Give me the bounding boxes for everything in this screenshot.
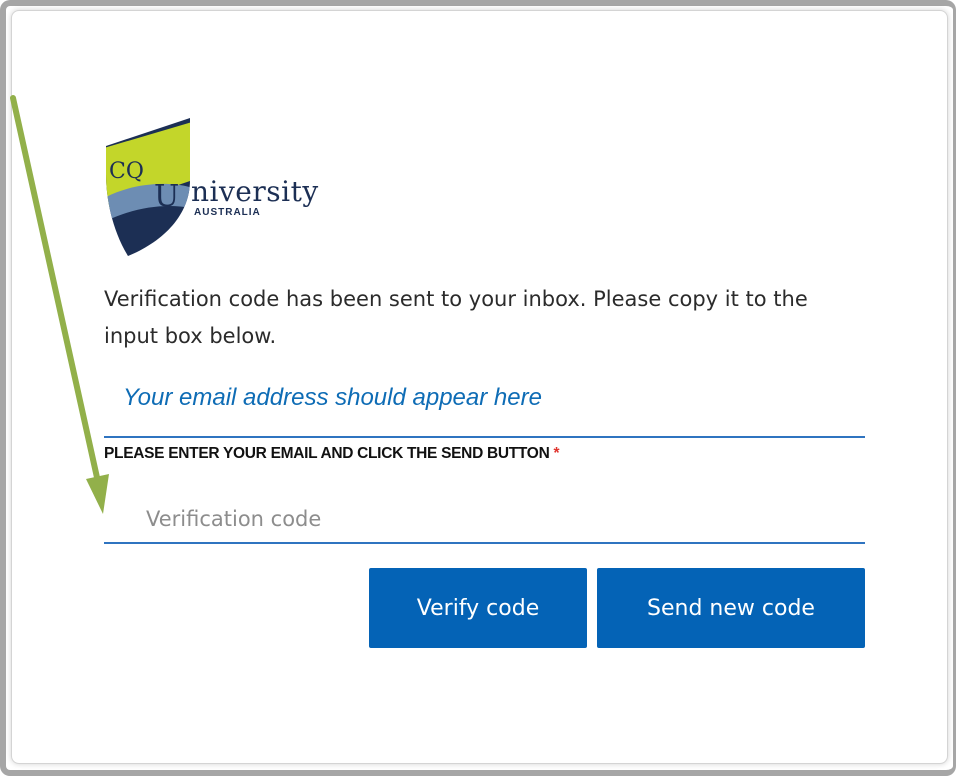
arrow-icon	[10, 95, 109, 514]
